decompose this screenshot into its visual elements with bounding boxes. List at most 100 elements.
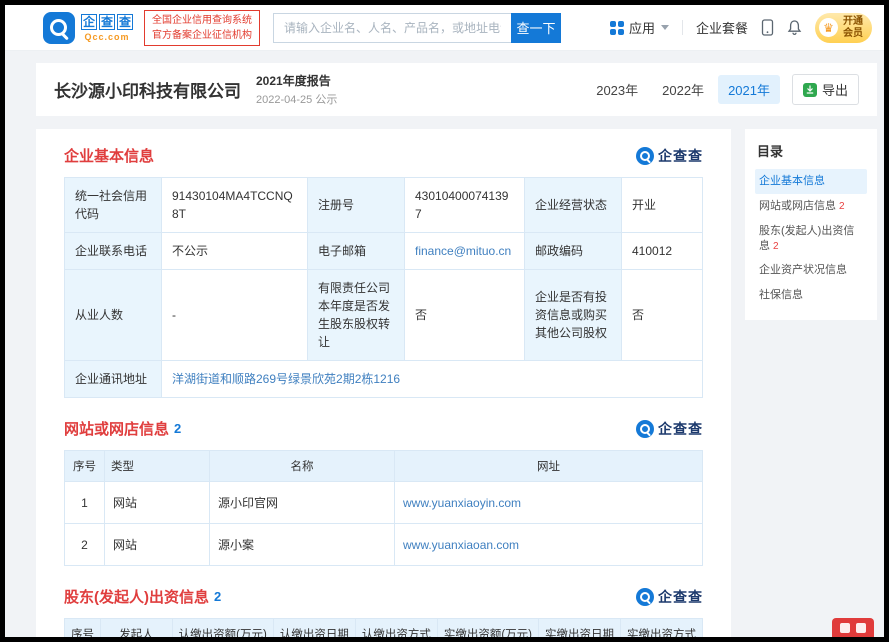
field-label: 企业通讯地址 (65, 361, 162, 398)
logo-char: 查 (99, 14, 115, 30)
field-label: 注册号 (308, 178, 405, 233)
mobile-icon[interactable] (761, 19, 774, 36)
logo-char: 查 (117, 14, 133, 30)
logo-domain: Qcc.com (81, 32, 133, 42)
toc-item[interactable]: 网站或网店信息2 (755, 194, 867, 219)
bell-icon[interactable] (787, 19, 802, 36)
publish-date: 2022-04-25 公示 (256, 91, 337, 107)
export-button[interactable]: 导出 (792, 74, 859, 105)
column-header: 序号 (65, 619, 101, 642)
table-cell: www.yuanxiaoyin.com (395, 482, 703, 524)
toolbar-icon (840, 623, 850, 633)
crown-icon: ♛ (819, 18, 838, 37)
toc-title: 目录 (755, 141, 867, 160)
vip-button[interactable]: ♛ 开通会员 (815, 13, 872, 43)
toc-item-label: 社保信息 (759, 289, 803, 301)
column-header: 实缴出资日期 (539, 619, 621, 642)
vip-label: 开通会员 (843, 16, 863, 40)
shareholders-head: 序号发起人认缴出资额(万元)认缴出资日期认缴出资方式实缴出资额(万元)实缴出资日… (65, 619, 703, 642)
field-value: 开业 (622, 178, 703, 233)
column-header: 实缴出资方式 (621, 619, 703, 642)
toc-sidebar: 目录 企业基本信息网站或网店信息2股东(发起人)出资信息2企业资产状况信息社保信… (745, 129, 877, 320)
qcc-watermark: 企查查 (636, 587, 703, 607)
search-button[interactable]: 查一下 (511, 13, 561, 43)
page: 企查查 Qcc.com 全国企业信用查询系统 官方备案企业征信机构 查一下 应用… (0, 0, 889, 642)
section-basic-info: 企业基本信息 企查查 统一社会信用代码91430104MA4TCCNQ8T注册号… (64, 145, 703, 398)
table-cell: 网站 (105, 482, 210, 524)
section-title: 网站或网店信息 (64, 418, 169, 439)
nav-enterprise-package[interactable]: 企业套餐 (696, 18, 748, 37)
year-tab[interactable]: 2023年 (586, 75, 648, 104)
nav-app[interactable]: 应用 (610, 18, 669, 37)
field-value: 430104000741397 (405, 178, 525, 233)
table-cell: 2 (65, 524, 105, 566)
field-label: 企业联系电话 (65, 233, 162, 270)
qcc-logo-icon (43, 12, 75, 44)
company-name: 长沙源小印科技有限公司 (54, 77, 241, 102)
toc-item[interactable]: 股东(发起人)出资信息2 (755, 219, 867, 259)
chevron-down-icon (661, 25, 669, 30)
column-header: 实缴出资额(万元) (437, 619, 538, 642)
qcc-watermark: 企查查 (636, 146, 703, 166)
section-count: 2 (214, 589, 221, 604)
cell-link[interactable]: www.yuanxiaoan.com (403, 538, 519, 552)
section-websites: 网站或网店信息 2 企查查 序号类型名称网址 1网站源小印官网www.yuanx… (64, 418, 703, 566)
field-value-link[interactable]: finance@mituo.cn (415, 244, 511, 258)
slogan-line1: 全国企业信用查询系统 (152, 13, 252, 28)
toc-item[interactable]: 社保信息 (755, 283, 867, 308)
section-count: 2 (174, 421, 181, 436)
table-row: 2网站源小案www.yuanxiaoan.com (65, 524, 703, 566)
field-value: finance@mituo.cn (405, 233, 525, 270)
field-value: - (162, 270, 308, 361)
export-icon (803, 83, 817, 97)
qcc-logo-icon (636, 588, 654, 606)
basic-info-body: 统一社会信用代码91430104MA4TCCNQ8T注册号43010400074… (65, 178, 703, 398)
section-header: 网站或网店信息 2 企查查 (64, 418, 703, 439)
slogan-badge: 全国企业信用查询系统 官方备案企业征信机构 (144, 10, 260, 46)
search-input[interactable] (273, 13, 511, 43)
qcc-logo[interactable]: 企查查 Qcc.com (43, 12, 133, 44)
content-row: 企业基本信息 企查查 统一社会信用代码91430104MA4TCCNQ8T注册号… (36, 129, 877, 642)
toc-item[interactable]: 企业资产状况信息 (755, 258, 867, 283)
logo-chars: 企查查 (81, 14, 133, 30)
table-row: 企业联系电话不公示电子邮箱finance@mituo.cn邮政编码410012 (65, 233, 703, 270)
column-header: 名称 (210, 451, 395, 482)
year-tabs: 2023年2022年2021年 (586, 75, 780, 104)
column-header: 网址 (395, 451, 703, 482)
websites-body: 1网站源小印官网www.yuanxiaoyin.com2网站源小案www.yua… (65, 482, 703, 566)
search-bar: 查一下 (273, 13, 561, 43)
table-row: 1网站源小印官网www.yuanxiaoyin.com (65, 482, 703, 524)
field-value-link[interactable]: 洋湖街道和顺路269号绿景欣苑2期2栋1216 (172, 372, 400, 386)
report-year-title: 2021年度报告 (256, 72, 337, 89)
qcc-watermark-text: 企查查 (658, 419, 703, 439)
column-header: 认缴出资日期 (273, 619, 355, 642)
toc-item-label: 企业基本信息 (759, 175, 825, 187)
table-cell: 网站 (105, 524, 210, 566)
top-nav: 应用 企业套餐 ♛ 开通会员 (610, 13, 884, 43)
field-value: 洋湖街道和顺路269号绿景欣苑2期2栋1216 (162, 361, 703, 398)
table-row: 统一社会信用代码91430104MA4TCCNQ8T注册号43010400074… (65, 178, 703, 233)
field-label: 邮政编码 (525, 233, 622, 270)
table-cell: www.yuanxiaoan.com (395, 524, 703, 566)
toolbar-icon (856, 623, 866, 633)
websites-head: 序号类型名称网址 (65, 451, 703, 482)
field-value: 410012 (622, 233, 703, 270)
cell-link[interactable]: www.yuanxiaoyin.com (403, 496, 521, 510)
year-tab[interactable]: 2021年 (718, 75, 780, 104)
report-title-bar: 长沙源小印科技有限公司 2021年度报告 2022-04-25 公示 2023年… (36, 63, 877, 116)
logo-char: 企 (81, 14, 97, 30)
field-label: 统一社会信用代码 (65, 178, 162, 233)
report-meta: 2021年度报告 2022-04-25 公示 (256, 72, 337, 107)
logo-text: 企查查 Qcc.com (81, 14, 133, 42)
field-value: 否 (405, 270, 525, 361)
toc-item[interactable]: 企业基本信息 (755, 169, 867, 194)
qcc-logo-icon (636, 420, 654, 438)
top-header: 企查查 Qcc.com 全国企业信用查询系统 官方备案企业征信机构 查一下 应用… (5, 5, 884, 51)
field-value: 不公示 (162, 233, 308, 270)
report-main: 企业基本信息 企查查 统一社会信用代码91430104MA4TCCNQ8T注册号… (36, 129, 731, 642)
app-grid-icon (610, 21, 624, 35)
field-value: 91430104MA4TCCNQ8T (162, 178, 308, 233)
table-row: 从业人数-有限责任公司本年度是否发生股东股权转让否企业是否有投资信息或购买其他公… (65, 270, 703, 361)
year-tab[interactable]: 2022年 (652, 75, 714, 104)
column-header: 类型 (105, 451, 210, 482)
